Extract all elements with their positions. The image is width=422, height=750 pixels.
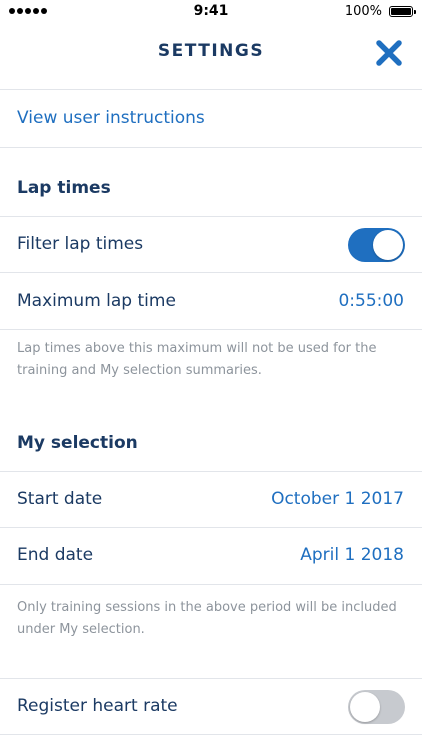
my-selection-note: Only training sessions in the above peri… [17, 600, 397, 637]
filter-lap-times-toggle[interactable] [348, 228, 405, 262]
battery-percent: 100% [344, 4, 382, 19]
status-bar: 9:41 100% [0, 0, 422, 24]
my-selection-section: My selection [0, 400, 422, 472]
end-date-row[interactable]: End date April 1 2018 [0, 528, 422, 585]
view-instructions-row[interactable]: View user instructions [0, 90, 422, 148]
register-heart-rate-toggle[interactable] [348, 690, 405, 724]
close-button[interactable] [374, 38, 404, 68]
start-date-value[interactable]: October 1 2017 [271, 489, 404, 509]
close-icon [376, 40, 402, 66]
lap-times-section: Lap times [0, 148, 422, 217]
start-date-row[interactable]: Start date October 1 2017 [0, 472, 422, 528]
register-heart-rate-label: Register heart rate [17, 696, 178, 716]
start-date-label: Start date [17, 489, 103, 509]
toggle-knob [373, 230, 403, 260]
my-selection-heading: My selection [17, 433, 138, 453]
lap-times-heading: Lap times [17, 178, 111, 198]
view-instructions-link[interactable]: View user instructions [17, 108, 205, 128]
lap-times-note: Lap times above this maximum will not be… [17, 341, 377, 378]
end-date-value[interactable]: April 1 2018 [300, 545, 404, 565]
filter-lap-times-label: Filter lap times [17, 234, 144, 254]
battery-full-icon [389, 6, 416, 17]
filter-lap-times-row[interactable]: Filter lap times [0, 217, 422, 273]
maximum-lap-time-value[interactable]: 0:55:00 [338, 291, 404, 311]
nav-bar: SETTINGS [0, 24, 422, 90]
maximum-lap-time-label: Maximum lap time [17, 291, 176, 311]
register-heart-rate-row[interactable]: Register heart rate [0, 678, 422, 735]
toggle-knob [350, 692, 380, 722]
page-title: SETTINGS [157, 41, 265, 61]
end-date-label: End date [17, 545, 94, 565]
maximum-lap-time-row[interactable]: Maximum lap time 0:55:00 [0, 273, 422, 330]
